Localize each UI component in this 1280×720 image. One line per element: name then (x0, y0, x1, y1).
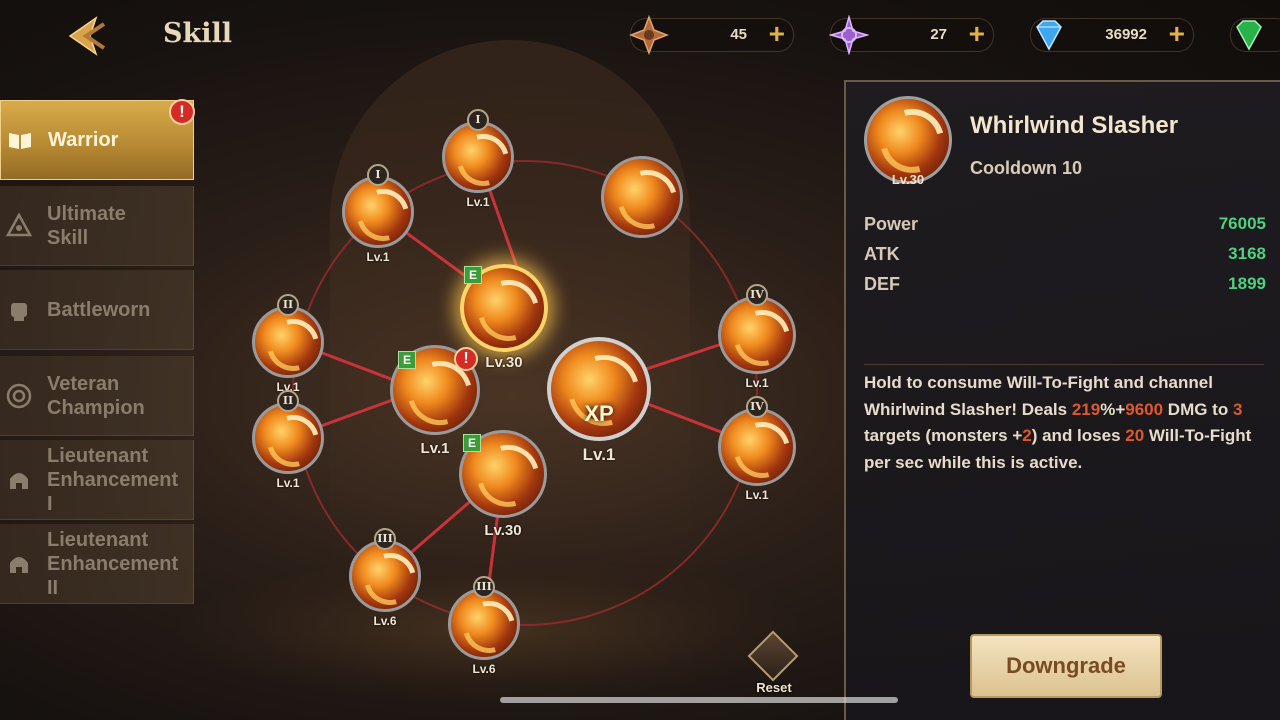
skill-level: Lv.1 (466, 195, 490, 209)
currency-green-gem (1230, 18, 1280, 52)
rank-badge: I (367, 164, 389, 186)
downgrade-button[interactable]: Downgrade (970, 634, 1162, 698)
skill-icon (448, 588, 520, 660)
equipped-badge: E (463, 434, 481, 452)
currency-amount: 27 (930, 26, 947, 43)
rank-badge: III (374, 528, 396, 550)
skill-node-rank-4-lower[interactable]: IV Lv.1 (718, 396, 796, 502)
skill-node-rank-1-left[interactable]: I Lv.1 (342, 164, 414, 264)
divider (864, 364, 1264, 365)
reset-label: Reset (756, 680, 792, 695)
stat-label: Power (864, 214, 919, 234)
stat-row-power: Power 76005 (864, 214, 1266, 240)
desc-highlight: 3 (1232, 399, 1243, 419)
rank-badge: II (277, 294, 299, 316)
skill-icon (252, 306, 324, 378)
skill-node-dash[interactable] (601, 156, 683, 238)
desc-text: targets (monsters + (864, 426, 1023, 445)
selected-skill-cooldown: Cooldown 10 (970, 158, 1082, 178)
stat-value: 3168 (1228, 244, 1266, 263)
reset-button[interactable]: Reset (743, 630, 805, 696)
xp-label: XP (584, 401, 614, 426)
skill-node-rank-2-lower[interactable]: II Lv.1 (252, 390, 324, 490)
rank-badge: III (473, 576, 495, 598)
currency-blue-diamond: 36992 + (1030, 18, 1194, 52)
rank-badge: IV (746, 396, 768, 418)
skill-level: Lv.1 (745, 488, 769, 502)
selected-skill-name: Whirlwind Slasher (970, 112, 1179, 139)
green-gem-icon (1236, 20, 1262, 51)
add-purple-compass-button[interactable]: + (969, 20, 985, 48)
skill-node-charge[interactable]: E ! Lv.1 (390, 345, 480, 457)
skill-node-rank-1-top[interactable]: I Lv.1 (442, 109, 514, 209)
skill-icon (342, 176, 414, 248)
equipped-badge: E (398, 351, 416, 369)
skill-level: Lv.6 (373, 614, 397, 628)
skill-level: Lv.1 (366, 250, 390, 264)
reset-icon (747, 630, 799, 682)
desc-text: ) and loses (1031, 426, 1126, 445)
stat-value: 76005 (1218, 214, 1266, 233)
desc-text: DMG to (1163, 399, 1233, 419)
skill-level: Lv.6 (472, 662, 496, 676)
skill-level: Lv.1 (420, 440, 450, 457)
skill-node-blaze[interactable]: E Lv.30 (459, 430, 547, 539)
skill-node-whirlwind-slasher[interactable]: E Lv.30 (460, 264, 548, 371)
skill-node-rank-3-left[interactable]: III Lv.6 (349, 528, 421, 628)
skill-node-rank-4-upper[interactable]: IV Lv.1 (718, 284, 796, 390)
skill-icon (718, 296, 796, 374)
skill-icon (442, 121, 514, 193)
skill-node-rank-3-bottom[interactable]: III Lv.6 (448, 576, 520, 676)
stat-value: 1899 (1228, 274, 1266, 293)
stat-label: ATK (864, 244, 900, 264)
desc-highlight: 20 (1125, 426, 1145, 445)
skill-icon (601, 156, 683, 238)
currency-amount: 36992 (1105, 26, 1147, 43)
skill-level: Lv.1 (582, 445, 616, 464)
skill-tree: I Lv.1 I Lv.1 II Lv.1 II Lv.1 E Lv.30 E … (0, 0, 840, 720)
skill-level: Lv.30 (484, 522, 522, 539)
add-blue-diamond-button[interactable]: + (1169, 20, 1185, 48)
rank-badge: I (467, 109, 489, 131)
home-indicator[interactable] (500, 697, 898, 703)
skill-node-rank-2-upper[interactable]: II Lv.1 (252, 294, 324, 394)
desc-text: %+ (1100, 399, 1126, 419)
desc-highlight: 2 (1022, 426, 1032, 445)
selected-skill-level: Lv.30 (891, 172, 925, 187)
skill-level: Lv.30 (485, 354, 523, 371)
rank-badge: IV (746, 284, 768, 306)
skill-description: Hold to consume Will-To-Fight and channe… (864, 370, 1264, 476)
desc-highlight: 9600 (1125, 399, 1164, 419)
alert-badge: ! (454, 347, 478, 371)
currency-purple-compass: 27 + (829, 15, 994, 55)
skill-icon (349, 540, 421, 612)
skill-level: Lv.1 (276, 476, 300, 490)
stat-row-def: DEF 1899 (864, 274, 1266, 300)
stat-label: DEF (864, 274, 900, 294)
stat-row-atk: ATK 3168 (864, 244, 1266, 270)
blue-diamond-icon (1036, 20, 1062, 51)
desc-highlight: 219 (1071, 399, 1101, 419)
selected-skill-icon (864, 96, 952, 184)
skill-icon (252, 402, 324, 474)
rank-badge: II (277, 390, 299, 412)
skill-detail-panel: Lv.30 Whirlwind Slasher Cooldown 10 Powe… (844, 80, 1280, 720)
skill-icon (718, 408, 796, 486)
skill-level: Lv.1 (745, 376, 769, 390)
equipped-badge: E (464, 266, 482, 284)
skill-node-xp[interactable]: XP Lv.1 (547, 337, 651, 464)
